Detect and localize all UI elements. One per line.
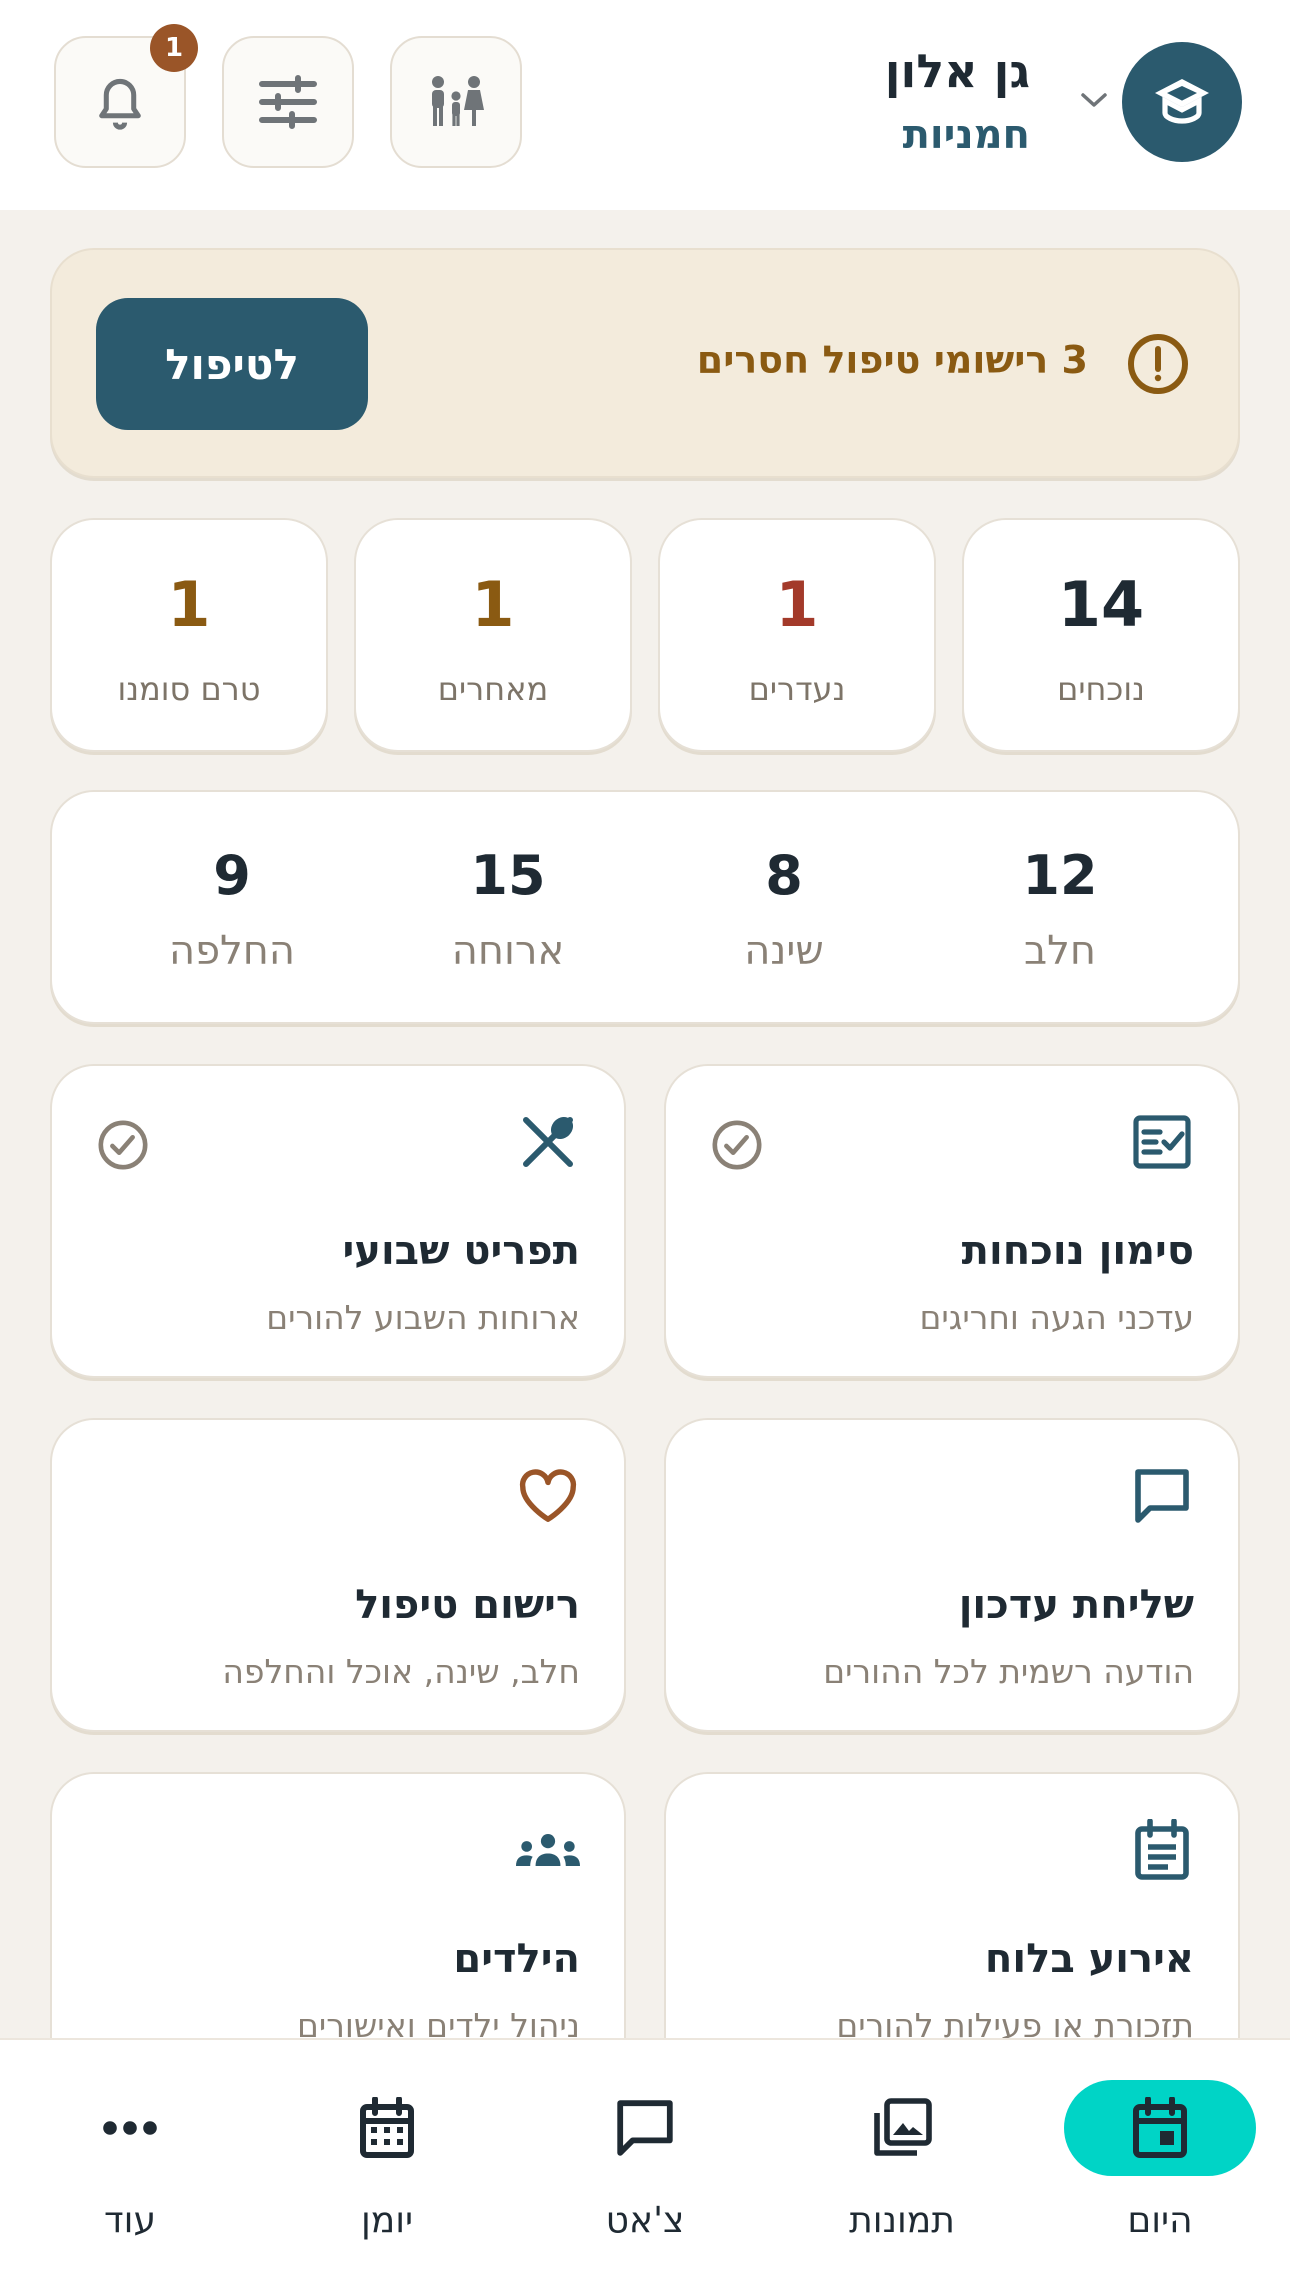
nav-more[interactable]: עוד [30, 2080, 230, 2260]
care-value: 9 [213, 844, 251, 907]
stat-label: טרם סומנו [117, 670, 261, 708]
notification-badge: 1 [150, 24, 198, 72]
care-diaper: 9 החלפה [112, 792, 352, 1026]
stat-value: 1 [471, 568, 515, 641]
notifications-button[interactable]: 1 [54, 24, 198, 168]
utensils-icon [523, 1116, 574, 1167]
card-title: אירוע בלוח [984, 1936, 1194, 1982]
nav-label: יומן [360, 2200, 414, 2241]
bell-icon [99, 78, 141, 130]
chat-icon [617, 2100, 673, 2156]
heart-icon [519, 1469, 577, 1522]
board-event-card[interactable]: אירוע בלוח תזכורת או פעילות להורים [664, 1772, 1240, 2086]
care-meal: 15 ארוחה [388, 792, 628, 1026]
school-avatar[interactable] [1122, 42, 1242, 162]
bottom-nav: היום תמונות צ'אט יומן עוד [0, 2040, 1290, 2280]
today-icon [1133, 2097, 1187, 2158]
nav-today[interactable]: היום [1060, 2080, 1260, 2260]
done-check-icon [712, 1120, 762, 1170]
group-icon [516, 1834, 580, 1866]
nav-chat[interactable]: צ'אט [545, 2080, 745, 2260]
nav-label: עוד [104, 2200, 156, 2241]
stat-label: נוכחים [1057, 670, 1145, 708]
nav-label: היום [1127, 2200, 1193, 2241]
card-description: הודעה רשמית לכל ההורים [823, 1652, 1194, 1691]
checklist-icon [1133, 1115, 1191, 1169]
family-icon [432, 76, 484, 126]
card-title: סימון נוכחות [961, 1228, 1194, 1274]
stat-value: 14 [1057, 568, 1145, 641]
filters-button[interactable] [222, 36, 354, 168]
send-update-card[interactable]: שליחת עדכון הודעה רשמית לכל ההורים [664, 1418, 1240, 1732]
card-title: תפריט שבועי [342, 1228, 580, 1274]
nav-photos[interactable]: תמונות [802, 2080, 1002, 2260]
photos-icon [874, 2098, 932, 2156]
group-name: גן אלון [884, 44, 1030, 98]
calendar-event-icon [1135, 1819, 1189, 1880]
nav-calendar[interactable]: יומן [287, 2080, 487, 2260]
chat-icon [1135, 1469, 1189, 1523]
children-card[interactable]: הילדים ניהול ילדים ואישורים [50, 1772, 626, 2086]
family-button[interactable] [390, 36, 522, 168]
care-milk: 12 חלב [940, 792, 1180, 1026]
nav-label: צ'אט [605, 2200, 685, 2241]
stat-value: 1 [775, 568, 819, 641]
care-value: 12 [1022, 844, 1098, 907]
done-check-icon [98, 1120, 148, 1170]
stat-label: מאחרים [437, 670, 549, 708]
app-header: 1 גן אלון חמניות [0, 0, 1290, 210]
stat-value: 1 [167, 568, 211, 641]
care-label: שינה [744, 928, 824, 974]
alert-icon [1128, 334, 1188, 394]
graduation-cap-icon [1155, 79, 1209, 124]
stat-label: נעדרים [748, 670, 846, 708]
calendar-icon [360, 2097, 414, 2158]
missing-care-alert: לטיפול 3 רישומי טיפול חסרים [50, 248, 1240, 478]
weekly-menu-card[interactable]: תפריט שבועי ארוחות השבוע להורים [50, 1064, 626, 1378]
card-description: עדכני הגעה וחריגים [919, 1298, 1194, 1337]
nav-label: תמונות [849, 2200, 955, 2241]
care-label: ארוחה [451, 928, 565, 974]
card-description: ארוחות השבוע להורים [266, 1298, 580, 1337]
care-log-card[interactable]: רישום טיפול חלב, שינה, אוכל והחלפה [50, 1418, 626, 1732]
care-sleep: 8 שינה [664, 792, 904, 1026]
stat-unmarked[interactable]: 1 טרם סומנו [50, 518, 328, 752]
care-label: החלפה [168, 928, 296, 974]
stat-present[interactable]: 14 נוכחים [962, 518, 1240, 752]
attendance-card[interactable]: סימון נוכחות עדכני הגעה וחריגים [664, 1064, 1240, 1378]
alert-text: 3 רישומי טיפול חסרים [696, 338, 1088, 382]
group-switcher[interactable] [1076, 82, 1112, 118]
go-to-care-button[interactable]: לטיפול [96, 298, 368, 430]
care-value: 15 [470, 844, 546, 907]
card-description: חלב, שינה, אוכל והחלפה [222, 1652, 580, 1691]
stat-absent[interactable]: 1 נעדרים [658, 518, 936, 752]
care-label: חלב [1024, 928, 1096, 974]
card-title: שליחת עדכון [958, 1582, 1194, 1628]
card-title: הילדים [453, 1936, 580, 1982]
more-icon [103, 2121, 157, 2135]
chevron-down-icon [1081, 93, 1107, 107]
care-value: 8 [765, 844, 803, 907]
stat-late[interactable]: 1 מאחרים [354, 518, 632, 752]
sliders-icon [259, 75, 317, 129]
group-subtitle: חמניות [902, 112, 1030, 158]
care-summary[interactable]: 12 חלב 8 שינה 15 ארוחה 9 החלפה [50, 790, 1240, 1024]
card-title: רישום טיפול [355, 1582, 580, 1628]
